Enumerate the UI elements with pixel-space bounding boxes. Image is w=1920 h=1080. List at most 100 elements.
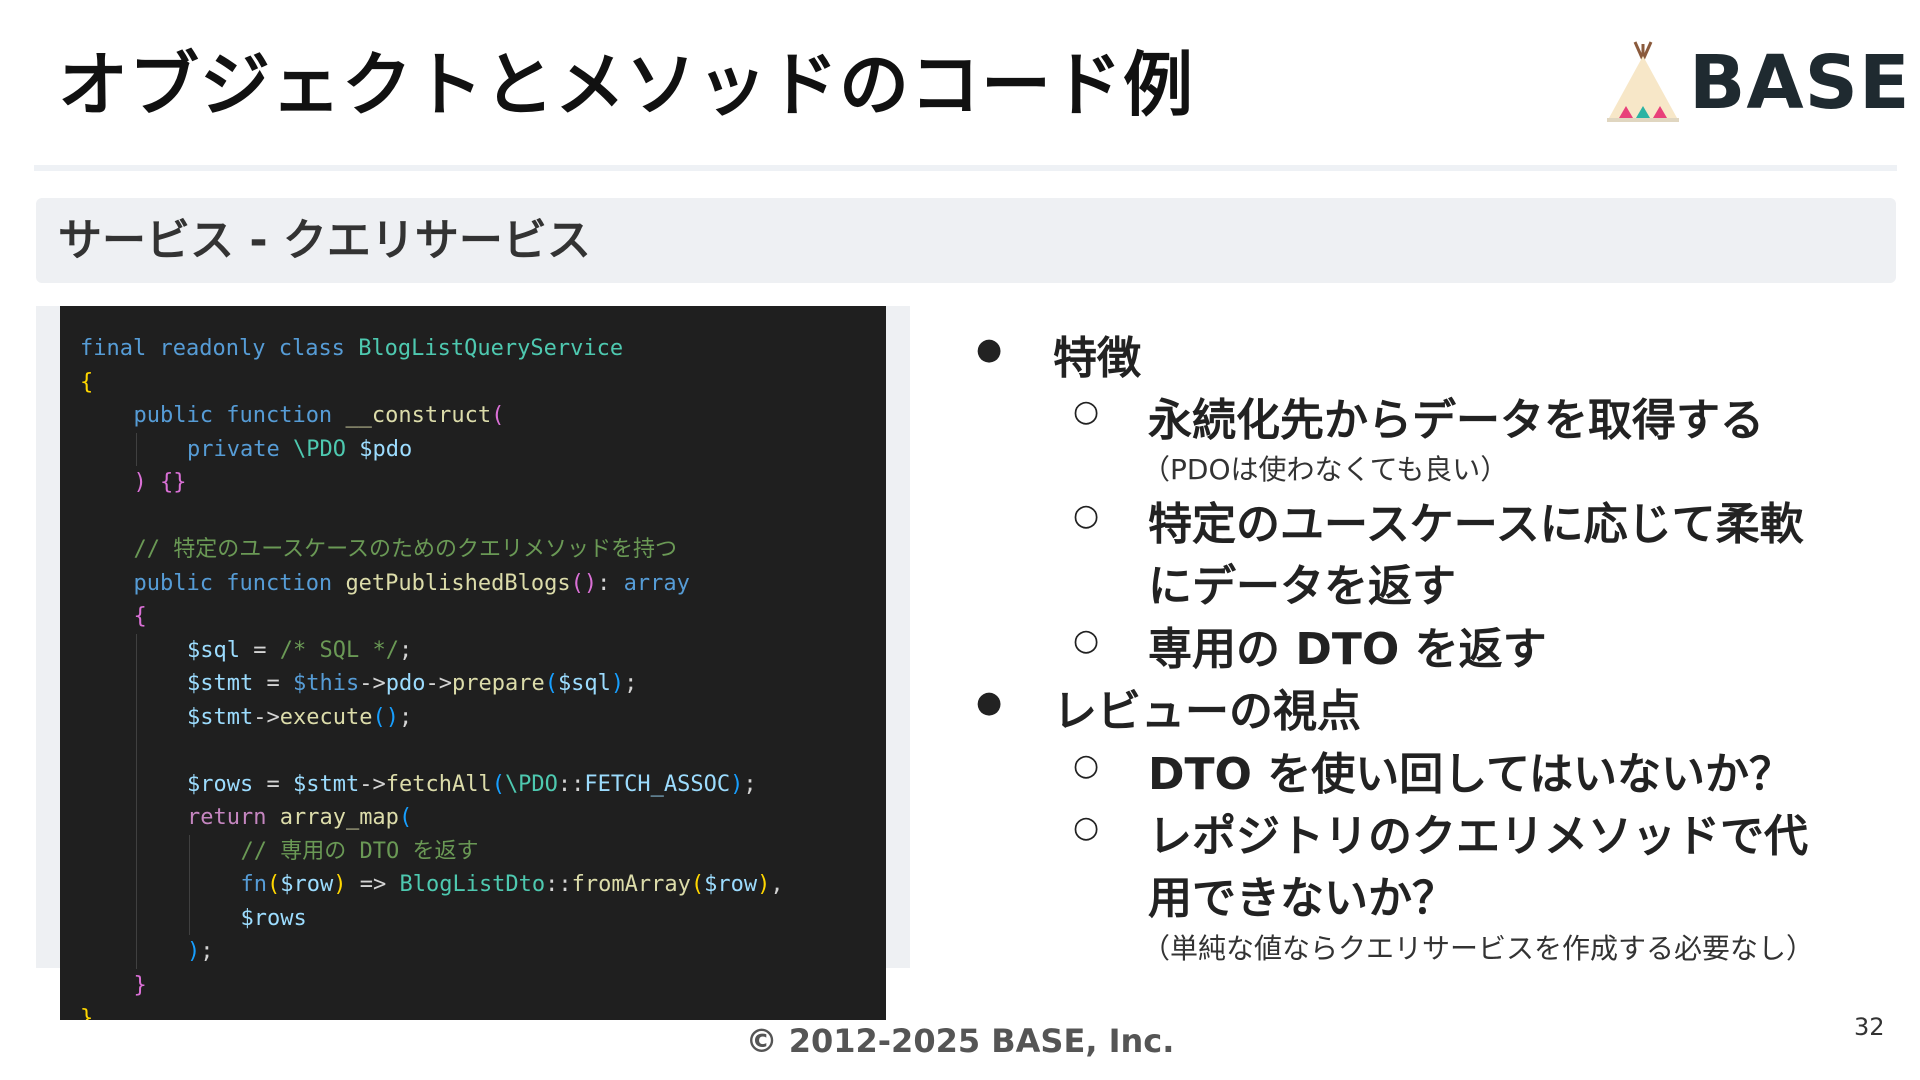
filled-circle-icon: ● [976,332,1003,367]
code-line: // 専用の DTO を返す [241,835,479,869]
code-token: ( [491,403,505,428]
code-token: = [253,771,293,797]
page-number: 32 [1854,1013,1885,1041]
code-token: $rows [240,905,307,931]
code-token: {} [160,470,187,495]
code-token: function [226,570,346,596]
code-token: ; [743,771,757,797]
code-token: return [187,805,280,830]
code-token: , [770,872,784,897]
bullet-item: 特定のユースケースに応じて柔軟 [1148,499,1804,550]
code-token: array_map [279,805,399,830]
code-token: ) [730,771,744,797]
code-token: ( [491,771,505,797]
code-token: : [597,570,624,596]
code-token: readonly [159,336,279,361]
code-token: class [278,336,359,361]
code-line: } [80,1002,93,1020]
code-line: $rows = $stmt->fetchAll(\PDO::FETCH_ASSO… [187,768,757,802]
code-line: public function getPublishedBlogs(): arr… [134,567,690,601]
code-token: FETCH_ASSOC [584,771,731,797]
bullet-note: （単純な値ならクエリサービスを作成する必要なし） [1142,932,1815,965]
code-token: execute [279,704,373,730]
bullet-item: 永続化先からデータを取得する [1148,395,1764,446]
indent-guide [135,432,137,466]
code-token: $row [704,872,758,897]
bullet-item-continuation: 用できないか？ [1148,873,1456,924]
code-token: $pdo [359,436,413,462]
code-token: array [623,570,690,596]
logo-wordmark: BASE [1689,40,1911,126]
code-token: ; [398,637,413,663]
code-token: ) [610,671,625,696]
code-token: prepare [451,671,545,696]
code-token: { [80,369,94,395]
bullet-note: （PDOは使わなくても良い） [1142,453,1509,486]
code-token: /* SQL */ [279,637,399,663]
code-token: $sql [557,671,611,696]
code-line: fn($row) => BlogListDto::fromArray($row)… [241,868,784,902]
bullet-item: DTO を使い回してはいないか？ [1148,749,1794,800]
code-line: { [134,600,147,634]
code-line: $rows [241,902,307,936]
bullet-item: 専用の DTO を返す [1148,624,1547,675]
code-token: ( [267,872,281,897]
code-line: { [80,366,93,400]
bullet-heading: レビューの視点 [1053,686,1361,737]
code-token: fromArray [571,872,691,897]
code-token: -> [425,671,452,696]
code-token: BlogListDto [399,872,546,897]
code-line: public function __construct( [134,399,505,433]
code-token: => [346,872,400,897]
code-token: BlogListQueryService [358,336,624,361]
code-line: return array_map( [187,801,412,835]
code-token: fn [240,872,268,897]
code-token: () [570,570,598,596]
code-token: $stmt [187,671,254,696]
code-token: { [133,604,147,629]
section-title: サービス - クエリサービス [58,215,591,266]
code-token: fetchAll [385,771,492,797]
code-scroll-remnant: ' ' [84,306,110,316]
code-block: ' ' final readonly class BlogListQuerySe… [60,306,886,1020]
code-token: ) [333,872,347,897]
code-token: $stmt [187,704,254,730]
code-token: $sql [187,637,240,663]
code-line: } [134,969,147,1003]
code-token: final [80,336,160,361]
code-line: // 特定のユースケースのためのクエリメソッドを持つ [134,533,678,567]
code-token: ; [200,939,214,964]
code-token: $row [280,872,334,897]
hollow-circle-icon: ○ [1073,810,1100,845]
hollow-circle-icon: ○ [1073,498,1100,533]
code-line: $stmt = $this->pdo->prepare($sql); [187,667,637,701]
code-token: pdo [385,671,426,696]
code-token: ) [133,470,160,495]
hollow-circle-icon: ○ [1073,623,1100,658]
code-token: __construct [345,403,492,428]
bullet-item: レポジトリのクエリメソッドで代 [1148,811,1808,862]
slide-title: オブジェクトとメソッドのコード例 [58,44,1194,126]
code-token: ( [690,872,705,897]
code-token: public [133,403,227,428]
code-token: -> [359,671,386,696]
code-token: } [80,1006,94,1020]
code-token: function [226,403,346,428]
code-token: -> [359,771,386,797]
code-token: \PDO [504,771,558,797]
code-token: $rows [187,771,254,797]
code-token: :: [557,771,585,797]
code-token: ) [187,939,201,964]
indent-guide [189,834,190,935]
code-line: $stmt->execute(); [187,701,412,735]
code-token: public [133,570,227,596]
code-token: ; [624,671,638,696]
code-line: $sql = /* SQL */; [187,634,412,668]
code-token: ) [757,872,771,897]
hollow-circle-icon: ○ [1073,748,1100,783]
code-token: private [187,436,293,462]
code-token: ; [398,704,413,730]
code-token: \PDO [292,436,360,462]
filled-circle-icon: ● [976,685,1003,720]
code-line: final readonly class BlogListQueryServic… [80,332,623,366]
